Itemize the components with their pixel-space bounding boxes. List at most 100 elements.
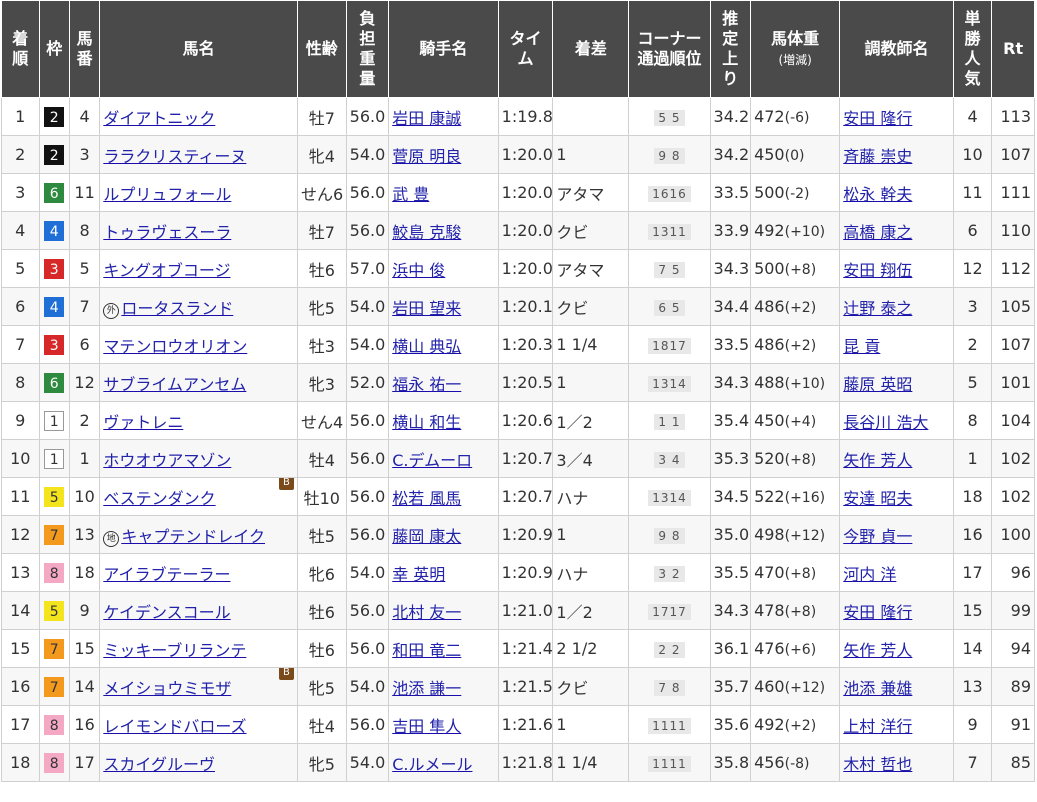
horse-name-link[interactable]: ケイデンスコール (103, 603, 230, 622)
rating-cell: 102 (991, 439, 1035, 478)
weight-cell: 54.0 (345, 135, 390, 174)
trainer-link[interactable]: 昆 貢 (843, 337, 880, 356)
jockey-link[interactable]: C.ルメール (392, 755, 472, 774)
jockey-link[interactable]: 福永 祐一 (392, 375, 461, 394)
jockey-link[interactable]: 和田 竜二 (392, 641, 461, 660)
trainer-link[interactable]: 辻野 泰之 (843, 299, 912, 318)
jockey-link[interactable]: 岩田 望来 (392, 299, 461, 318)
bodyweight-cell: 492(+10) (750, 211, 841, 250)
horse-name-link[interactable]: ダイアトニック (103, 109, 215, 128)
margin-cell: ハナ (552, 553, 630, 592)
horse-name-cell: ベステンダンク B (99, 477, 298, 516)
trainer-link[interactable]: 池添 兼雄 (843, 679, 912, 698)
jockey-link[interactable]: 横山 和生 (392, 413, 461, 432)
margin-cell: 1 (552, 515, 630, 554)
sexage-cell: 牡5 (296, 515, 347, 554)
jockey-link[interactable]: 北村 友一 (392, 603, 461, 622)
trainer-cell: 安田 隆行 (839, 591, 954, 630)
table-row: 10 1 1 ホウオウアマゾン 牡4 56.0 C.デムーロ 1:20.7 3／… (1, 439, 1035, 478)
rating-cell: 99 (991, 591, 1035, 630)
bodyweight-value: 500 (754, 259, 785, 278)
horse-name-link[interactable]: アイラブテーラー (103, 565, 230, 584)
trainer-link[interactable]: 河内 洋 (843, 565, 896, 584)
horse-name-link[interactable]: ロータスランド (121, 299, 233, 318)
rating-cell: 107 (991, 135, 1035, 174)
jockey-cell: C.ルメール (388, 743, 499, 782)
trainer-link[interactable]: 斉藤 崇史 (843, 147, 912, 166)
trainer-link[interactable]: 安達 昭夫 (843, 489, 912, 508)
trainer-link[interactable]: 矢作 芳人 (843, 451, 912, 470)
trainer-link[interactable]: 上村 洋行 (843, 717, 912, 736)
trainer-link[interactable]: 高橋 康之 (843, 223, 912, 242)
trainer-link[interactable]: 安田 隆行 (843, 109, 912, 128)
bodyweight-cell: 520(+8) (750, 439, 841, 478)
waku-badge: 3 (44, 258, 65, 279)
bodyweight-diff: (-2) (784, 186, 810, 202)
rank-cell: 4 (1, 211, 40, 250)
trainer-link[interactable]: 安田 翔伍 (843, 261, 912, 280)
jockey-link[interactable]: 浜中 俊 (392, 261, 445, 280)
waku-cell: 5 (38, 591, 70, 630)
rank-cell: 17 (1, 705, 40, 744)
horse-name-link[interactable]: スカイグルーヴ (103, 755, 215, 774)
horse-name-link[interactable]: トゥラヴェスーラ (103, 223, 231, 242)
jockey-link[interactable]: 横山 典弘 (392, 337, 461, 356)
corner-cell: 1 1 (628, 401, 711, 440)
corner-positions: 3 4 (654, 452, 685, 468)
horse-name-link[interactable]: キャプテンドレイク (121, 527, 265, 546)
corner-cell: 1817 (628, 325, 711, 364)
bodyweight-diff: (+12) (784, 680, 826, 696)
horse-name-link[interactable]: マテンロウオリオン (103, 337, 247, 356)
jockey-link[interactable]: 吉田 隼人 (392, 717, 461, 736)
rank-cell: 16 (1, 667, 40, 706)
jockey-cell: 吉田 隼人 (388, 705, 499, 744)
horse-name-link[interactable]: キングオブコージ (103, 261, 230, 280)
jockey-link[interactable]: C.デムーロ (392, 451, 472, 470)
corner-positions: 6 5 (654, 300, 685, 316)
jockey-link[interactable]: 池添 謙一 (392, 679, 461, 698)
rank-cell: 6 (1, 287, 40, 326)
horse-name-link[interactable]: ベステンダンク (103, 489, 215, 508)
jockey-link[interactable]: 藤岡 康太 (392, 527, 461, 546)
horse-name-link[interactable]: メイショウミモザ (103, 679, 231, 698)
margin-cell: クビ (552, 211, 630, 250)
corner-cell: 2 2 (628, 629, 711, 668)
trainer-link[interactable]: 今野 貞一 (843, 527, 912, 546)
jockey-link[interactable]: 岩田 康誠 (392, 109, 461, 128)
jockey-link[interactable]: 幸 英明 (392, 565, 445, 584)
horse-name-link[interactable]: レイモンドバローズ (103, 717, 246, 736)
umaban-cell: 8 (68, 211, 101, 250)
margin-cell: 1 1/4 (552, 743, 630, 782)
jockey-link[interactable]: 鮫島 克駿 (392, 223, 461, 242)
trainer-link[interactable]: 長谷川 浩大 (843, 413, 928, 432)
last3f-cell: 35.7 (709, 667, 752, 706)
jockey-link[interactable]: 松若 風馬 (392, 489, 461, 508)
umaban-cell: 17 (68, 743, 101, 782)
trainer-link[interactable]: 藤原 英昭 (843, 375, 912, 394)
table-row: 15 7 15 ミッキーブリランテ 牡6 56.0 和田 竜二 1:21.4 2… (1, 629, 1035, 668)
horse-name-link[interactable]: サブライムアンセム (103, 375, 246, 394)
corner-cell: 9 8 (628, 135, 711, 174)
horse-name-cell: メイショウミモザ B (99, 667, 298, 706)
weight-cell: 54.0 (345, 287, 390, 326)
horse-name-link[interactable]: ミッキーブリランテ (103, 641, 246, 660)
margin-cell: 1 (552, 363, 630, 402)
time-cell: 1:21.5 (497, 667, 554, 706)
jockey-link[interactable]: 菅原 明良 (392, 147, 461, 166)
trainer-cell: 安達 昭夫 (839, 477, 954, 516)
trainer-link[interactable]: 安田 隆行 (843, 603, 912, 622)
corner-cell: 1111 (628, 705, 711, 744)
jockey-link[interactable]: 武 豊 (392, 185, 429, 204)
time-cell: 1:20.0 (497, 135, 554, 174)
horse-name-link[interactable]: ルプリュフォール (103, 185, 231, 204)
weight-cell: 54.0 (345, 743, 390, 782)
trainer-link[interactable]: 松永 幹夫 (843, 185, 912, 204)
bodyweight-cell: 492(+2) (750, 705, 841, 744)
trainer-link[interactable]: 矢作 芳人 (843, 641, 912, 660)
bodyweight-cell: 476(+6) (750, 629, 841, 668)
trainer-link[interactable]: 木村 哲也 (843, 755, 912, 774)
horse-name-link[interactable]: ホウオウアマゾン (103, 451, 231, 470)
horse-name-link[interactable]: ララクリスティーヌ (103, 147, 246, 166)
bodyweight-cell: 460(+12) (750, 667, 841, 706)
horse-name-link[interactable]: ヴァトレニ (103, 413, 183, 432)
